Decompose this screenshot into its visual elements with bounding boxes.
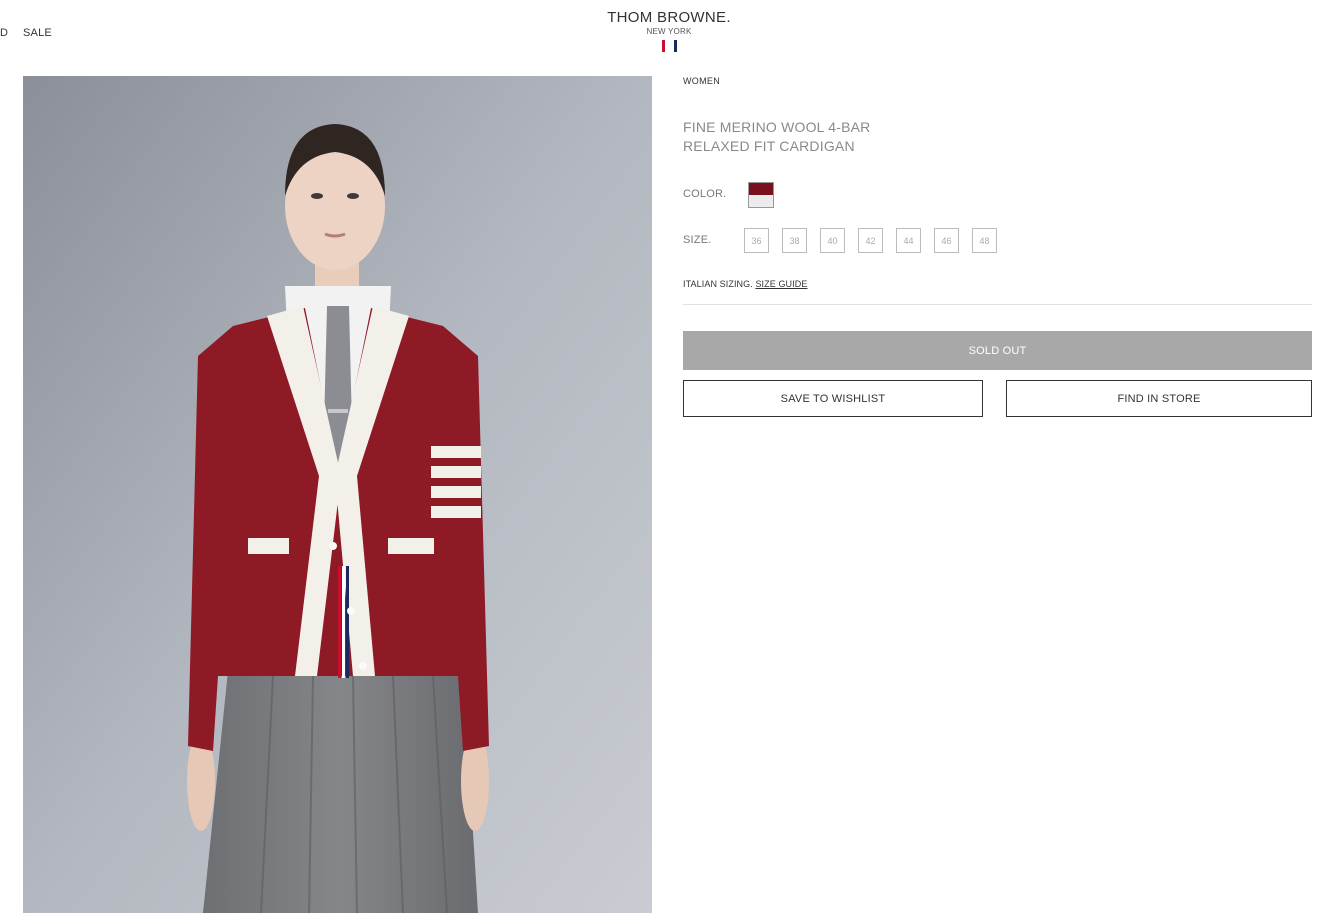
breadcrumb[interactable]: WOMEN: [683, 76, 720, 86]
divider: [683, 304, 1312, 305]
sizing-note-text: ITALIAN SIZING.: [683, 279, 756, 289]
size-option[interactable]: 48: [972, 228, 997, 253]
swatch-secondary-color: [749, 195, 773, 207]
sold-out-button[interactable]: SOLD OUT: [683, 331, 1312, 370]
sizing-note: ITALIAN SIZING. SIZE GUIDE: [683, 279, 807, 289]
size-label: SIZE.: [683, 234, 712, 246]
flag-red-bar: [661, 40, 665, 52]
brand-name: THOM BROWNE.: [607, 9, 731, 26]
color-label: COLOR.: [683, 188, 727, 200]
product-title-line2: RELAXED FIT CARDIGAN: [683, 138, 855, 154]
size-option[interactable]: 40: [820, 228, 845, 253]
size-option[interactable]: 38: [782, 228, 807, 253]
save-to-wishlist-button[interactable]: SAVE TO WISHLIST: [683, 380, 983, 417]
product-image[interactable]: [23, 76, 652, 913]
size-option[interactable]: 46: [934, 228, 959, 253]
product-title-line1: FINE MERINO WOOL 4-BAR: [683, 119, 871, 135]
size-options: 36 38 40 42 44 46 48: [744, 228, 997, 253]
size-option[interactable]: 42: [858, 228, 883, 253]
flag-white-bar: [667, 40, 671, 52]
color-swatch[interactable]: [748, 182, 774, 208]
product-title: FINE MERINO WOOL 4-BAR RELAXED FIT CARDI…: [683, 118, 870, 156]
flag-navy-bar: [673, 40, 677, 52]
brand-city: NEW YORK: [646, 27, 692, 36]
size-guide-link[interactable]: SIZE GUIDE: [755, 279, 807, 289]
size-option[interactable]: 36: [744, 228, 769, 253]
swatch-primary-color: [749, 183, 773, 195]
tricolor-flag-icon: [0, 40, 1338, 52]
find-in-store-button[interactable]: FIND IN STORE: [1006, 380, 1312, 417]
size-option[interactable]: 44: [896, 228, 921, 253]
brand-logo[interactable]: THOM BROWNE. NEW YORK: [0, 9, 1338, 52]
